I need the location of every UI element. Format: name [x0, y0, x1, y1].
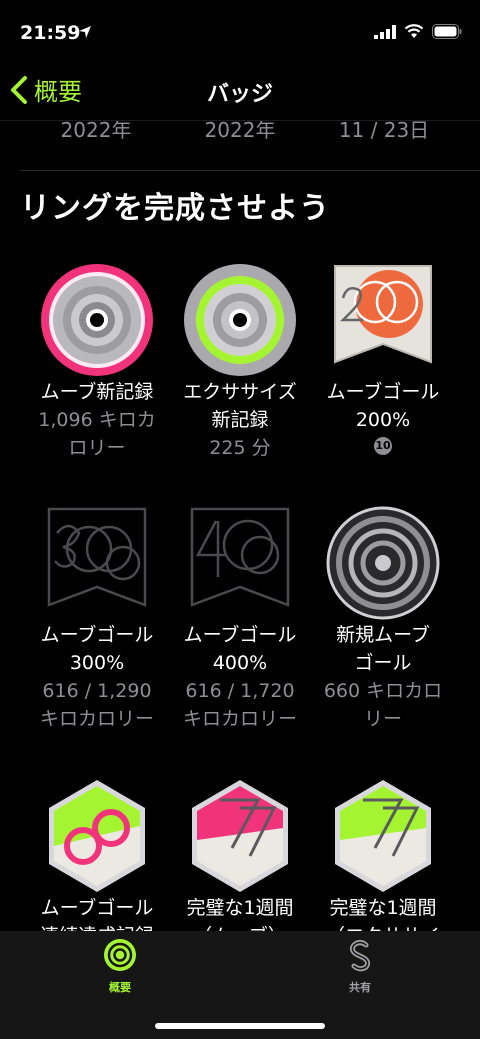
badge-new-move-goal[interactable]: 新規ムーブ ゴール 660 キロカロ リー — [308, 505, 458, 733]
tab-sharing[interactable]: 共有 — [300, 937, 420, 995]
badge-detail: 225 分 — [209, 437, 271, 459]
page-title: バッジ — [206, 82, 273, 107]
navigation-bar: 概要 バッジ — [0, 62, 480, 120]
sharing-icon — [349, 940, 371, 972]
status-time: 21:59 — [20, 22, 81, 44]
move-goal-300-badge-outline-icon — [47, 507, 147, 607]
badge-detail: キロカロリー — [182, 708, 297, 730]
cellular-signal-icon — [374, 24, 396, 39]
badge-name: ムーブゴール — [183, 624, 297, 646]
badge-perfect-week-exercise[interactable]: 完璧な1週間 （エクササイ — [308, 778, 458, 950]
battery-icon — [432, 24, 462, 39]
move-record-badge-icon — [41, 264, 153, 376]
move-goal-200-badge-icon — [334, 265, 432, 364]
section-divider — [20, 170, 480, 171]
badge-detail: リー — [363, 708, 402, 730]
badge-name: 新記録 — [211, 409, 269, 431]
badge-name: エクササイズ — [183, 381, 297, 403]
badge-detail: ロリー — [68, 437, 126, 459]
badge-move-record[interactable]: ムーブ新記録 1,096 キロカ ロリー — [22, 262, 172, 462]
new-move-goal-badge-icon — [326, 506, 440, 620]
badge-move-goal-400[interactable]: ムーブゴール 400% 616 / 1,720 キロカロリー — [165, 505, 315, 733]
badge-move-goal-300[interactable]: ムーブゴール 300% 616 / 1,290 キロカロリー — [22, 505, 172, 733]
location-arrow-icon — [79, 26, 91, 38]
tab-sharing-label: 共有 — [349, 981, 371, 994]
badge-name: ムーブゴール — [326, 381, 440, 403]
badge-name: 完璧な1週間 — [186, 897, 294, 919]
previous-badge-date: 2022年 — [60, 118, 132, 142]
previous-badge-date: 11 / 23日 — [338, 118, 430, 142]
status-bar: 21:59 — [0, 0, 480, 60]
badge-perfect-week-move[interactable]: 完璧な1週間 （ムーブ） — [165, 778, 315, 950]
badge-name: 300% — [69, 652, 125, 674]
badge-name: 完璧な1週間 — [329, 897, 437, 919]
nav-divider — [0, 120, 480, 121]
move-goal-400-badge-outline-icon — [190, 507, 290, 607]
earned-count-badge: 10 — [374, 437, 392, 455]
badge-name: ムーブゴール — [40, 624, 154, 646]
tab-bar: 概要 共有 — [0, 931, 480, 1039]
badge-name: ムーブゴール — [40, 897, 154, 919]
previous-badges-row: 2022年 2022年 11 / 23日 — [0, 114, 480, 142]
badge-detail: 660 キロカロ — [323, 680, 443, 702]
summary-rings-icon — [104, 939, 136, 971]
badge-detail: 616 / 1,290 — [42, 680, 152, 702]
badge-detail: 1,096 キロカ — [38, 409, 156, 431]
badge-name: 200% — [355, 409, 411, 431]
move-streak-badge-icon — [49, 780, 145, 892]
badge-exercise-record[interactable]: エクササイズ 新記録 225 分 — [165, 262, 315, 462]
perfect-week-move-badge-icon — [192, 780, 288, 892]
home-indicator[interactable] — [155, 1023, 325, 1029]
tab-summary-label: 概要 — [109, 981, 131, 994]
exercise-record-badge-icon — [184, 264, 296, 376]
perfect-week-exercise-badge-icon — [335, 780, 431, 892]
tab-summary[interactable]: 概要 — [60, 937, 180, 995]
badge-detail: 616 / 1,720 — [185, 680, 295, 702]
badge-name: ゴール — [354, 652, 412, 674]
badge-name: ムーブ新記録 — [40, 381, 154, 403]
section-title: リングを完成させよう — [20, 191, 330, 226]
badge-name: 400% — [212, 652, 268, 674]
wifi-icon — [404, 24, 424, 38]
badge-detail: キロカロリー — [39, 708, 154, 730]
badge-move-goal-200[interactable]: ムーブゴール 200% 10 — [308, 262, 458, 455]
badge-move-goal-streak[interactable]: ムーブゴール 連続達成記録 — [22, 778, 172, 950]
previous-badge-date: 2022年 — [204, 118, 276, 142]
badge-name: 新規ムーブ — [336, 624, 430, 646]
